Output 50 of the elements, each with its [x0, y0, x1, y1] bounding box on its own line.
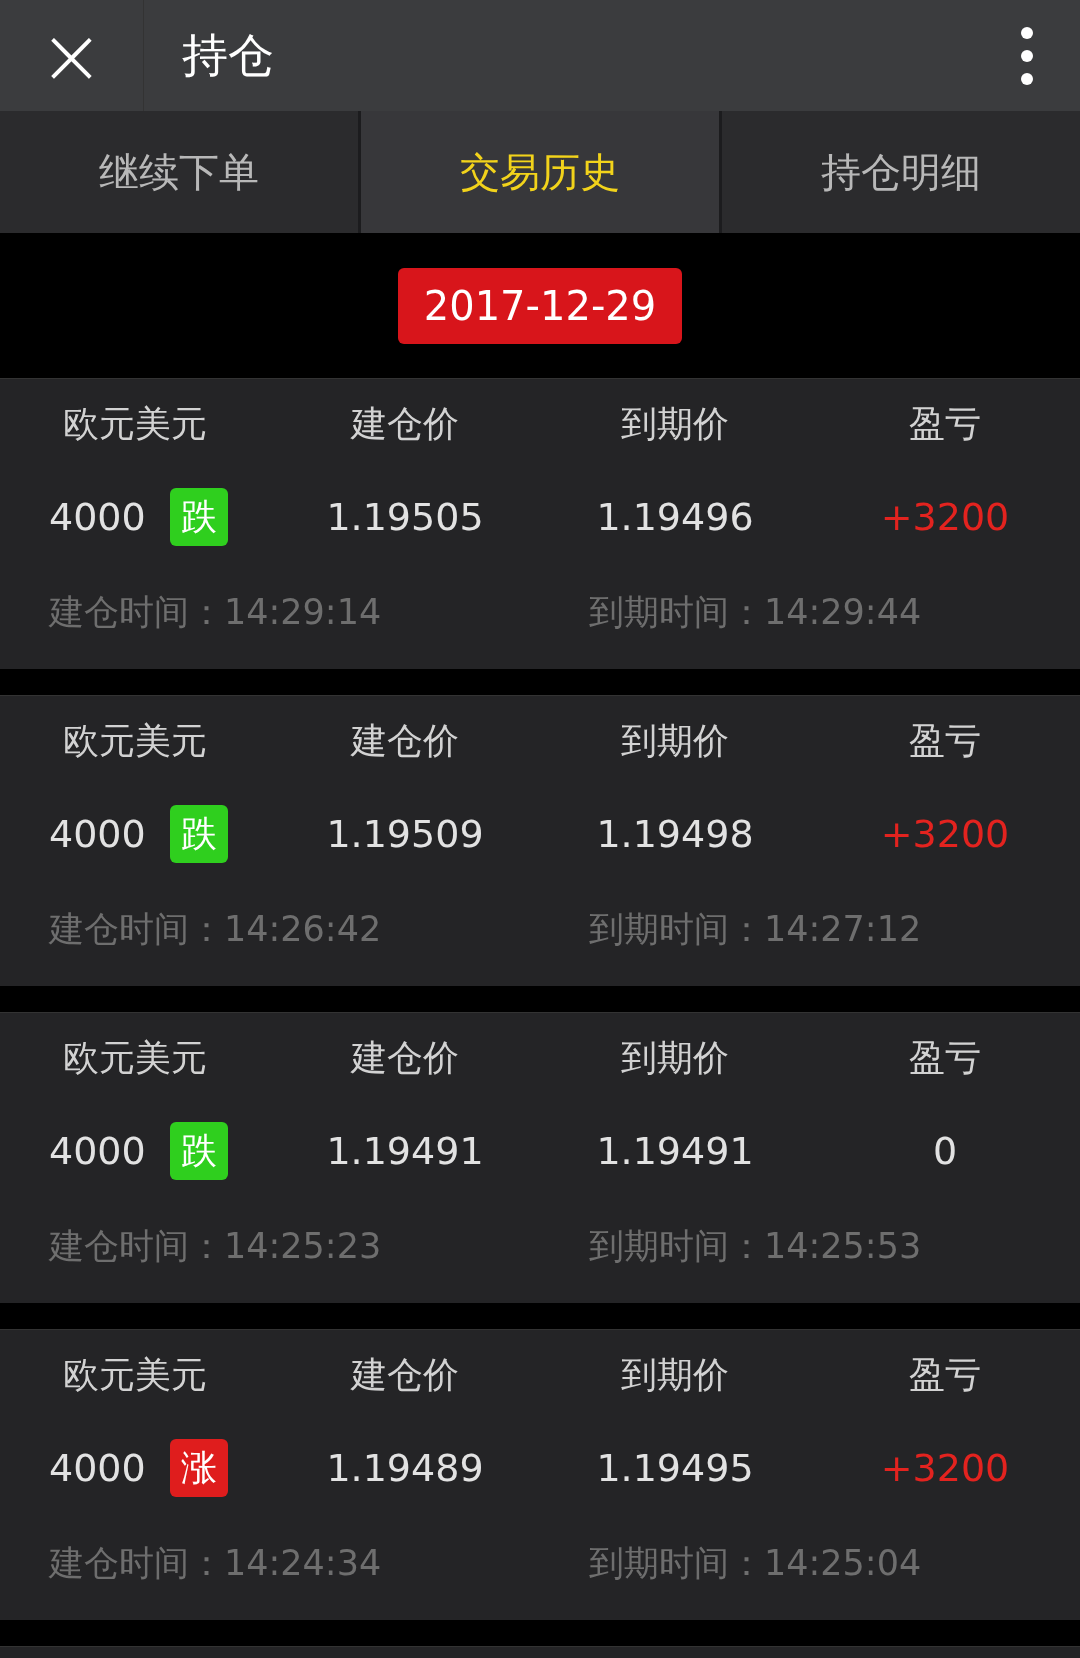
open-time: 建仓时间：14:26:42: [49, 908, 383, 952]
column-label: 建仓价: [351, 402, 459, 446]
pair-label: 欧元美元: [63, 1036, 207, 1080]
open-time: 建仓时间：14:24:34: [49, 1542, 383, 1586]
open-price: 1.19491: [326, 1127, 484, 1175]
page-title: 持仓: [182, 27, 274, 84]
amount: 4000: [49, 1444, 146, 1492]
pair-label: 欧元美元: [63, 402, 207, 446]
direction-badge: 跌: [169, 488, 228, 546]
column-label: 盈亏: [909, 1353, 981, 1397]
tab[interactable]: 继续下单: [0, 111, 358, 233]
direction-badge: 跌: [169, 1122, 228, 1180]
close-price: 1.19495: [596, 1444, 754, 1492]
column-label: 到期价: [621, 1036, 729, 1080]
close-time: 到期时间：14:27:12: [589, 908, 922, 952]
close-price: 1.19498: [596, 810, 754, 858]
amount: 4000: [49, 1127, 146, 1175]
direction-badge: 跌: [169, 805, 228, 863]
direction-badge: 涨: [169, 1439, 228, 1497]
open-price: 1.19489: [326, 1444, 484, 1492]
column-label: 盈亏: [909, 402, 981, 446]
profit: +3200: [880, 810, 1010, 858]
more-icon[interactable]: [1020, 25, 1034, 86]
column-label: 建仓价: [351, 1353, 459, 1397]
column-label: 建仓价: [351, 1036, 459, 1080]
column-label: 到期价: [621, 402, 729, 446]
close-time: 到期时间：14:25:04: [589, 1542, 922, 1586]
date-label: 2017-12-29: [397, 267, 683, 344]
close-time: 到期时间：14:25:53: [589, 1225, 922, 1269]
column-label: 盈亏: [909, 1036, 981, 1080]
column-label: 到期价: [621, 1353, 729, 1397]
open-time: 建仓时间：14:29:14: [49, 591, 383, 635]
column-label: 建仓价: [351, 719, 459, 763]
open-price: 1.19505: [326, 493, 484, 541]
amount: 4000: [49, 493, 146, 541]
profit: +3200: [880, 493, 1010, 541]
column-label: 到期价: [621, 719, 729, 763]
open-time: 建仓时间：14:25:23: [49, 1225, 383, 1269]
open-price: 1.19509: [326, 810, 484, 858]
tab[interactable]: 持仓明细: [722, 111, 1080, 233]
close-price: 1.19491: [596, 1127, 754, 1175]
profit: 0: [932, 1127, 958, 1175]
close-price: 1.19496: [596, 493, 754, 541]
pair-label: 欧元美元: [63, 1353, 207, 1397]
column-label: 盈亏: [909, 719, 981, 763]
pair-label: 欧元美元: [63, 719, 207, 763]
tab[interactable]: 交易历史: [361, 111, 719, 233]
close-time: 到期时间：14:29:44: [589, 591, 922, 635]
profit: +3200: [880, 1444, 1010, 1492]
amount: 4000: [49, 810, 146, 858]
